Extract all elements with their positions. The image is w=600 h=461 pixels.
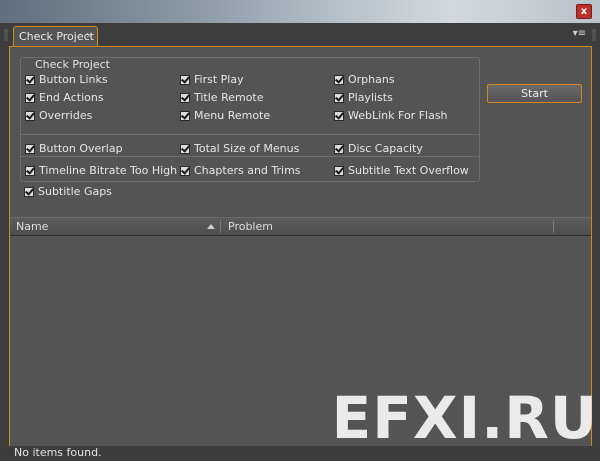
checkbox-label: WebLink For Flash [348, 109, 448, 122]
checkmark-icon[interactable] [180, 143, 190, 154]
checkbox-label: Timeline Bitrate Too High [39, 164, 178, 177]
window-close-button[interactable]: x [576, 4, 592, 19]
checkmark-icon[interactable] [25, 143, 35, 154]
checkmark-icon[interactable] [25, 165, 35, 176]
checkbox-disc-capacity[interactable]: Disc Capacity [334, 141, 423, 156]
start-button[interactable]: Start [487, 84, 582, 103]
checkmark-icon[interactable] [180, 165, 190, 176]
checkmark-icon[interactable] [25, 92, 35, 103]
checkbox-timeline-bitrate-too-high[interactable]: Timeline Bitrate Too High [25, 163, 177, 178]
sort-ascending-icon[interactable] [207, 224, 215, 229]
checkbox-orphans[interactable]: Orphans [334, 72, 395, 87]
checkbox-end-actions[interactable]: End Actions [25, 90, 104, 105]
check-options-group: Check Project Button Links First Play Or… [20, 57, 480, 182]
checkbox-label: Button Overlap [39, 142, 123, 155]
checkmark-icon[interactable] [334, 165, 344, 176]
checkbox-title-remote[interactable]: Title Remote [180, 90, 264, 105]
checkmark-icon[interactable] [334, 143, 344, 154]
checkbox-label: Subtitle Gaps [38, 185, 112, 198]
checkbox-playlists[interactable]: Playlists [334, 90, 393, 105]
checkbox-subtitle-text-overflow[interactable]: Subtitle Text Overflow [334, 163, 469, 178]
checkmark-icon[interactable] [180, 110, 190, 121]
checkmark-icon[interactable] [25, 110, 35, 121]
checkbox-label: Subtitle Text Overflow [348, 164, 469, 177]
watermark-text: EFXI.RU [331, 384, 598, 452]
tab-check-project[interactable]: Check Project × [13, 26, 98, 46]
table-header: Name Problem [10, 217, 591, 236]
checkbox-chapters-and-trims[interactable]: Chapters and Trims [180, 163, 301, 178]
checkbox-button-links[interactable]: Button Links [25, 72, 108, 87]
column-header-name[interactable]: Name [16, 218, 220, 235]
checkmark-icon[interactable] [334, 110, 344, 121]
checkbox-button-overlap[interactable]: Button Overlap [25, 141, 123, 156]
drag-grip-icon[interactable] [4, 29, 8, 41]
checkbox-label: First Play [194, 73, 244, 86]
desktop-background [0, 0, 600, 23]
checkbox-label: Orphans [348, 73, 395, 86]
checkmark-icon[interactable] [334, 74, 344, 85]
checkbox-total-size-of-menus[interactable]: Total Size of Menus [180, 141, 299, 156]
checkmark-icon[interactable] [180, 74, 190, 85]
column-divider[interactable] [220, 220, 221, 233]
group-separator [21, 156, 479, 157]
checkbox-label: Overrides [39, 109, 93, 122]
group-separator [21, 134, 479, 135]
checkbox-weblink-for-flash[interactable]: WebLink For Flash [334, 108, 448, 123]
panel-menu-icon[interactable]: ▾≡ [573, 28, 586, 39]
checkmark-icon[interactable] [25, 74, 35, 85]
checkmark-icon[interactable] [334, 92, 344, 103]
checkbox-first-play[interactable]: First Play [180, 72, 244, 87]
checkbox-subtitle-gaps[interactable]: Subtitle Gaps [24, 184, 112, 199]
checkmark-icon[interactable] [180, 92, 190, 103]
drag-grip-icon[interactable] [592, 29, 596, 41]
checkbox-label: End Actions [39, 91, 104, 104]
checkbox-overrides[interactable]: Overrides [25, 108, 92, 123]
checkbox-label: Disc Capacity [348, 142, 423, 155]
checkbox-label: Menu Remote [194, 109, 271, 122]
group-title: Check Project [33, 58, 112, 71]
column-divider[interactable] [553, 220, 554, 233]
checkbox-label: Title Remote [194, 91, 264, 104]
checkbox-label: Playlists [348, 91, 393, 104]
checkmark-icon[interactable] [24, 186, 34, 197]
checkbox-menu-remote[interactable]: Menu Remote [180, 108, 270, 123]
checkbox-label: Chapters and Trims [194, 164, 301, 177]
tab-label: Check Project [19, 30, 94, 43]
status-text: No items found. [14, 446, 102, 459]
tab-close-icon[interactable]: × [85, 27, 93, 46]
column-header-problem[interactable]: Problem [228, 218, 548, 235]
checkbox-label: Total Size of Menus [194, 142, 300, 155]
checkbox-label: Button Links [39, 73, 108, 86]
